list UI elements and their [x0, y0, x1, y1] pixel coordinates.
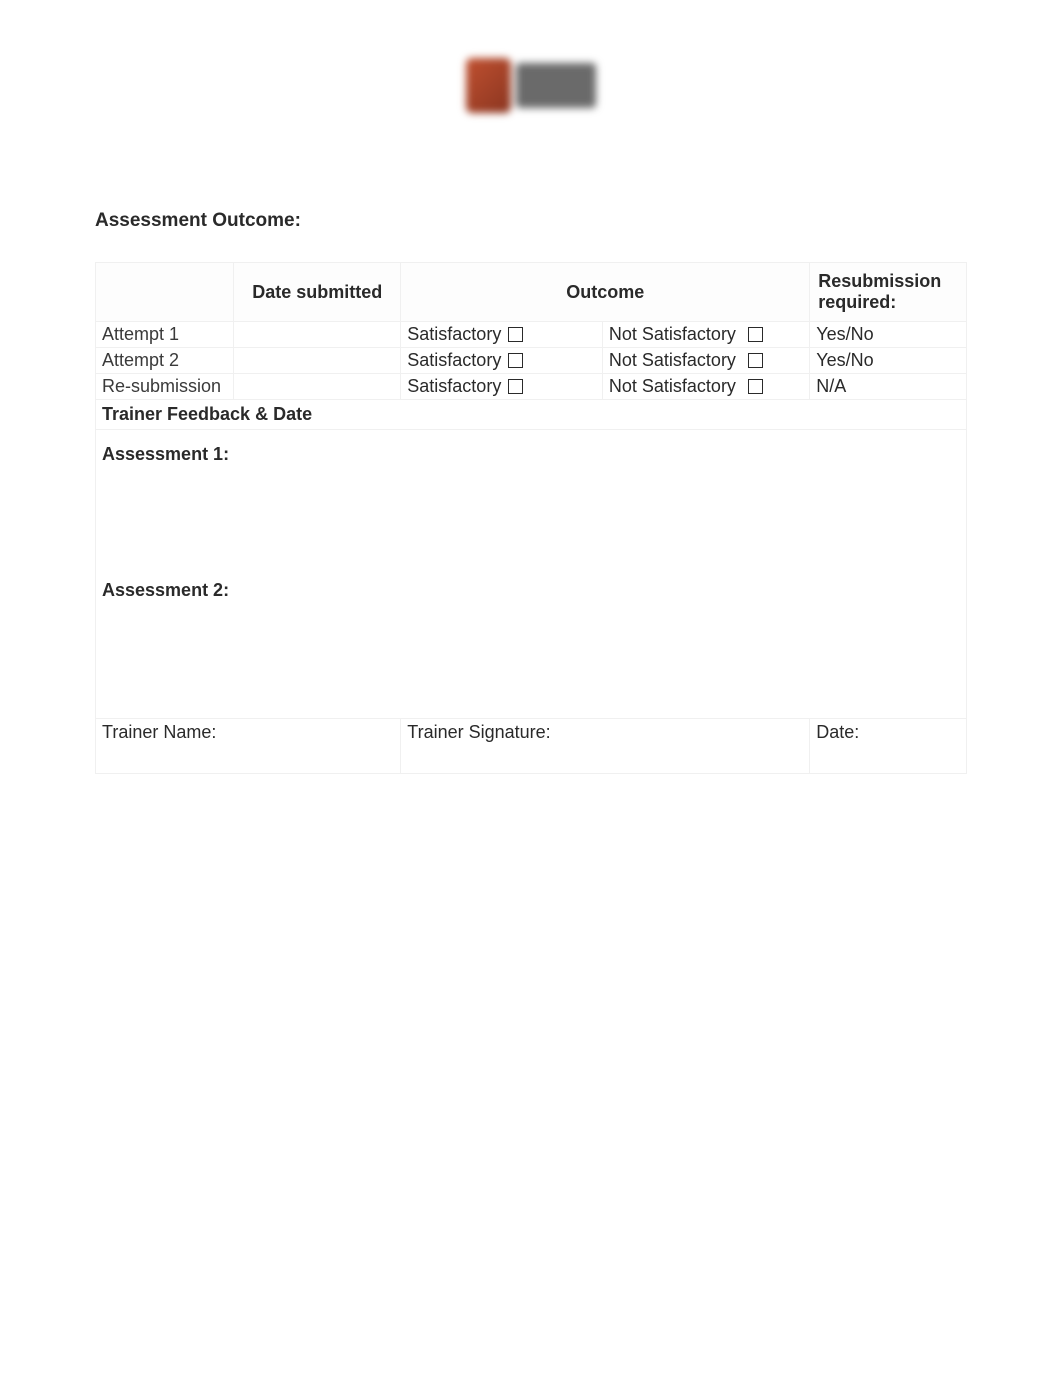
logo-text-icon	[516, 63, 596, 108]
attempt-label: Attempt 1	[96, 322, 234, 348]
satisfactory-cell: Satisfactory	[401, 322, 603, 348]
not-satisfactory-label: Not Satisfactory	[609, 376, 736, 396]
document-page: Assessment Outcome: Date submitted Outco…	[0, 0, 1062, 824]
satisfactory-label: Satisfactory	[407, 324, 501, 344]
satisfactory-label: Satisfactory	[407, 350, 501, 370]
not-satisfactory-label: Not Satisfactory	[609, 324, 736, 344]
table-row: Attempt 1 Satisfactory Not Satisfactory …	[96, 322, 967, 348]
resubmission-cell: Yes/No	[810, 322, 967, 348]
attempt-label: Re-submission	[96, 374, 234, 400]
feedback-body-row: Assessment 1: Assessment 2:	[96, 430, 967, 719]
section-title: Assessment Outcome:	[95, 210, 967, 232]
table-row: Attempt 2 Satisfactory Not Satisfactory …	[96, 348, 967, 374]
date-cell[interactable]: Date:	[810, 719, 967, 774]
assessment-1-label: Assessment 1:	[102, 444, 960, 465]
trainer-signature-cell[interactable]: Trainer Signature:	[401, 719, 810, 774]
table-header-row: Date submitted Outcome Resubmission requ…	[96, 263, 967, 322]
satisfactory-cell: Satisfactory	[401, 374, 603, 400]
trainer-name-label: Trainer Name:	[102, 722, 216, 742]
company-logo	[466, 50, 596, 120]
assessment-2-label: Assessment 2:	[102, 580, 960, 601]
date-submitted-cell[interactable]	[234, 348, 401, 374]
resubmission-cell: Yes/No	[810, 348, 967, 374]
header-attempt	[96, 263, 234, 322]
resubmission-cell: N/A	[810, 374, 967, 400]
date-submitted-cell[interactable]	[234, 374, 401, 400]
trainer-signature-label: Trainer Signature:	[407, 722, 550, 742]
checkbox-icon[interactable]	[748, 327, 763, 342]
checkbox-icon[interactable]	[508, 379, 523, 394]
trainer-name-cell[interactable]: Trainer Name:	[96, 719, 401, 774]
satisfactory-label: Satisfactory	[407, 376, 501, 396]
checkbox-icon[interactable]	[748, 353, 763, 368]
satisfactory-cell: Satisfactory	[401, 348, 603, 374]
table-row: Re-submission Satisfactory Not Satisfact…	[96, 374, 967, 400]
not-satisfactory-label: Not Satisfactory	[609, 350, 736, 370]
header-date-submitted: Date submitted	[234, 263, 401, 322]
checkbox-icon[interactable]	[508, 327, 523, 342]
checkbox-icon[interactable]	[508, 353, 523, 368]
assessment-outcome-table: Date submitted Outcome Resubmission requ…	[95, 262, 967, 774]
not-satisfactory-cell: Not Satisfactory	[602, 374, 809, 400]
date-submitted-cell[interactable]	[234, 322, 401, 348]
header-resubmission: Resubmission required:	[810, 263, 967, 322]
checkbox-icon[interactable]	[748, 379, 763, 394]
attempt-label: Attempt 2	[96, 348, 234, 374]
header-outcome: Outcome	[401, 263, 810, 322]
not-satisfactory-cell: Not Satisfactory	[602, 322, 809, 348]
logo-container	[95, 50, 967, 120]
not-satisfactory-cell: Not Satisfactory	[602, 348, 809, 374]
signature-row: Trainer Name: Trainer Signature: Date:	[96, 719, 967, 774]
feedback-header-row: Trainer Feedback & Date	[96, 400, 967, 430]
feedback-section[interactable]: Assessment 1: Assessment 2:	[96, 430, 967, 719]
logo-mark-icon	[466, 58, 511, 113]
date-label: Date:	[816, 722, 859, 742]
feedback-header: Trainer Feedback & Date	[96, 400, 967, 430]
